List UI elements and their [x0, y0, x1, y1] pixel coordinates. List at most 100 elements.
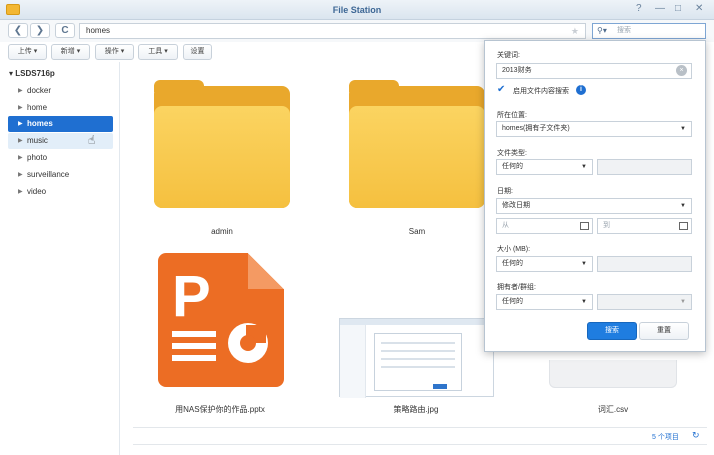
sidebar-item-docker[interactable]: ▶ docker [8, 83, 113, 99]
thumb-line [381, 350, 455, 352]
size-select[interactable]: 任何的 ▼ [496, 256, 593, 272]
sidebar-item-photo[interactable]: ▶ photo [8, 150, 113, 166]
search-button[interactable]: 搜索 [587, 322, 637, 340]
pptx-fold [248, 253, 284, 289]
folder-front [154, 106, 290, 208]
path-field[interactable]: homes ★ [79, 23, 586, 39]
csv-file-icon[interactable] [549, 360, 677, 388]
forward-button[interactable]: ❯ [30, 23, 50, 38]
footer-divider [133, 427, 707, 428]
thumb-line [381, 358, 455, 360]
filetype-extension-input[interactable] [597, 159, 692, 175]
navigation-bar: ❮ ❯ C homes ★ ⚲▾ 搜索 [0, 20, 714, 42]
sidebar-item-video[interactable]: ▶ video [8, 184, 113, 200]
pptx-line [172, 331, 216, 337]
path-text: homes [86, 26, 111, 35]
chevron-down-icon: ▼ [680, 126, 686, 132]
settings-button[interactable]: 设置 [183, 44, 212, 60]
title-bar: File Station ? — □ ✕ [0, 0, 714, 20]
date-from-input[interactable]: 从 [496, 218, 593, 234]
fulltext-checkbox[interactable]: ✔ [497, 85, 507, 95]
minimize-icon[interactable]: — [655, 3, 665, 14]
file-name-pptx[interactable]: 用NAS保护你的作品.pptx [150, 404, 290, 415]
date-to-input[interactable]: 到 [597, 218, 692, 234]
upload-button[interactable]: 上传 ▾ [8, 44, 47, 60]
date-from-placeholder: 从 [502, 222, 509, 229]
pptx-file-icon[interactable]: P [158, 253, 284, 387]
sidebar-item-homes[interactable]: ▶ homes [8, 116, 113, 132]
new-button[interactable]: 新增 ▾ [51, 44, 90, 60]
sidebar-item-music[interactable]: ▶ music [8, 133, 113, 149]
keyword-label: 关键词: [497, 52, 520, 59]
refresh-button[interactable]: C [55, 23, 75, 38]
expand-arrow-icon[interactable]: ▶ [18, 167, 23, 183]
help-icon[interactable]: ? [636, 3, 642, 14]
mouse-cursor-icon: ☝ [88, 133, 96, 147]
owner-select[interactable]: 任何的 ▼ [496, 294, 593, 310]
file-name-sam[interactable]: Sam [367, 227, 467, 236]
server-node[interactable]: ▾ LSDS716p [9, 69, 55, 78]
location-select[interactable]: homes(拥有子文件夹) ▼ [496, 121, 692, 137]
file-name-jpg[interactable]: 策略路由.jpg [366, 404, 466, 415]
expand-arrow-icon[interactable]: ▶ [18, 116, 23, 132]
date-label: 日期: [497, 188, 513, 195]
search-input[interactable]: ⚲▾ 搜索 [592, 23, 706, 39]
thumb-line [381, 342, 455, 344]
clear-icon[interactable]: × [676, 65, 687, 76]
folder-admin-icon[interactable] [154, 80, 290, 208]
filetype-select[interactable]: 任何的 ▼ [496, 159, 593, 175]
chevron-down-icon: ▼ [581, 299, 587, 305]
close-icon[interactable]: ✕ [695, 3, 703, 14]
fulltext-label: 启用文件内容搜索 [513, 88, 569, 95]
maximize-icon[interactable]: □ [675, 3, 681, 14]
size-label: 大小 (MB): [497, 246, 531, 253]
folder-front [349, 106, 485, 208]
folder-tree: ▾ LSDS716p ▶ docker ▶ home ▶ homes ▶ music ▶… [0, 62, 120, 455]
chevron-down-icon: ▼ [581, 261, 587, 267]
expand-arrow-icon[interactable]: ▶ [18, 83, 23, 99]
tools-button[interactable]: 工具 ▾ [138, 44, 178, 60]
filetype-label: 文件类型: [497, 150, 527, 157]
refresh-icon[interactable]: ↻ [692, 430, 700, 441]
owner-value: 任何的 [502, 298, 523, 305]
location-value: homes(拥有子文件夹) [502, 125, 570, 132]
pptx-line [172, 355, 216, 361]
chevron-down-icon: ▼ [680, 299, 686, 305]
chevron-down-icon: ▼ [680, 203, 686, 209]
file-name-csv[interactable]: 词汇.csv [563, 404, 663, 415]
keyword-input[interactable]: 2013财务 × [496, 63, 692, 79]
keyword-value: 2013财务 [502, 67, 532, 74]
image-thumbnail[interactable] [339, 318, 494, 398]
calendar-icon[interactable] [679, 222, 688, 230]
sidebar-item-surveillance[interactable]: ▶ surveillance [8, 167, 113, 183]
owner-label: 拥有者/群组: [497, 284, 536, 291]
owner-name-select[interactable]: ▼ [597, 294, 692, 310]
search-placeholder: 搜索 [617, 27, 631, 34]
size-value: 任何的 [502, 260, 523, 267]
date-type-value: 修改日期 [502, 202, 530, 209]
calendar-icon[interactable] [580, 222, 589, 230]
search-icon[interactable]: ⚲▾ [597, 24, 607, 38]
date-type-select[interactable]: 修改日期 ▼ [496, 198, 692, 214]
expand-arrow-icon[interactable]: ▶ [18, 100, 23, 116]
location-label: 所在位置: [497, 112, 527, 119]
pptx-pie-hole [240, 335, 256, 351]
reset-button[interactable]: 重置 [639, 322, 689, 340]
expand-arrow-icon[interactable]: ▶ [18, 184, 23, 200]
favorite-star-icon[interactable]: ★ [571, 24, 579, 38]
size-input[interactable] [597, 256, 692, 272]
back-button[interactable]: ❮ [8, 23, 28, 38]
info-icon[interactable]: i [576, 85, 586, 95]
pptx-line [172, 343, 216, 349]
chevron-down-icon: ▼ [581, 164, 587, 170]
expand-arrow-icon[interactable]: ▶ [18, 150, 23, 166]
thumb-button [433, 384, 447, 389]
action-button[interactable]: 操作 ▾ [95, 44, 134, 60]
expand-arrow-icon[interactable]: ▶ [18, 133, 23, 149]
file-name-admin[interactable]: admin [172, 227, 272, 236]
thumb-sidebar [340, 325, 366, 398]
item-count: 5 个项目 [652, 434, 679, 441]
sidebar-item-home[interactable]: ▶ home [8, 100, 113, 116]
folder-sam-icon[interactable] [349, 80, 485, 208]
thumb-line [381, 366, 455, 368]
